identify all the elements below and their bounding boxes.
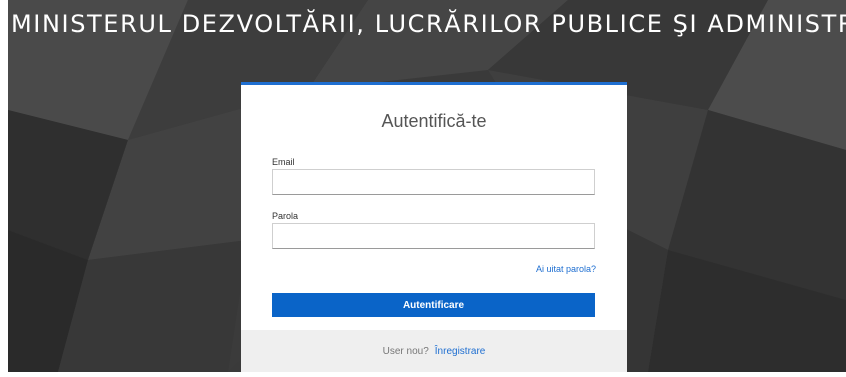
card-footer: User nou? Înregistrare (241, 330, 627, 372)
login-title: Autentifică-te (381, 111, 487, 131)
email-field[interactable] (272, 169, 595, 195)
register-link[interactable]: Înregistrare (435, 346, 486, 357)
password-label: Parola (272, 211, 299, 221)
login-card: Autentifică-te Email Parola Ai uitat par… (241, 82, 627, 372)
login-button[interactable]: Autentificare (272, 293, 595, 317)
ministry-title: MINISTERUL DEZVOLTĂRII, LUCRĂRILOR PUBLI… (11, 10, 846, 38)
password-field[interactable] (272, 223, 595, 249)
new-user-text: User nou? (382, 345, 429, 357)
forgot-password-link[interactable]: Ai uitat parola? (536, 264, 596, 274)
email-label: Email (272, 157, 295, 167)
